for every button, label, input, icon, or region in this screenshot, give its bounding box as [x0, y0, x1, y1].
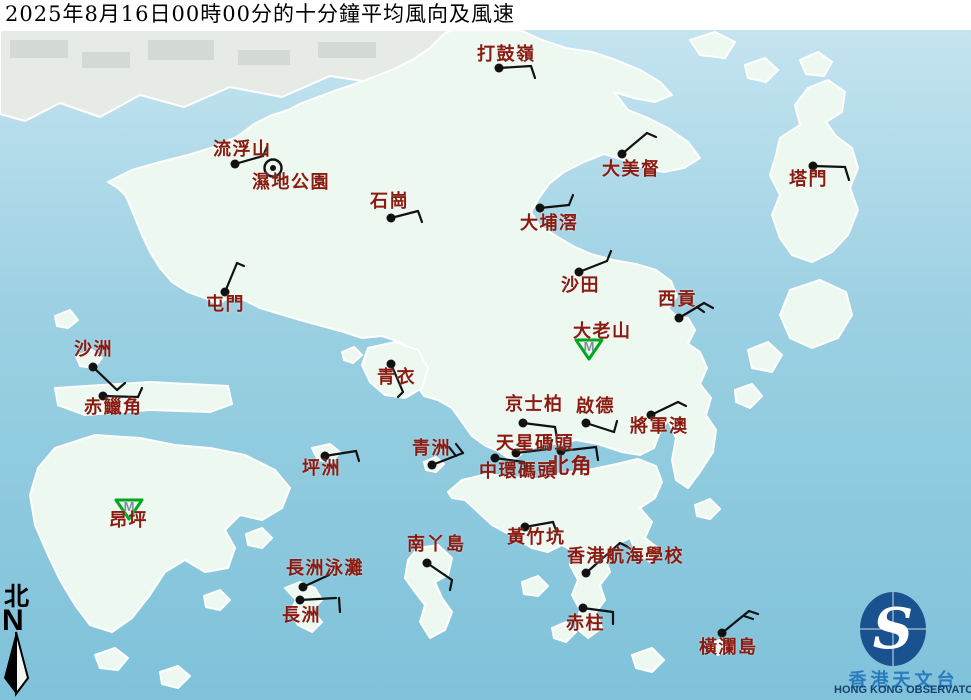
north-arrow-icon: [0, 580, 40, 700]
wind-map-screen: 2025年8月16日00時00分的十分鐘平均風向及風速 MM 打鼓嶺流浮山濕地公…: [0, 0, 971, 700]
map-title: 2025年8月16日00時00分的十分鐘平均風向及風速: [0, 0, 971, 30]
svg-text:S: S: [873, 596, 913, 662]
hong-kong-base-map: [0, 0, 971, 700]
hko-logo-english-text: HONG KONG OBSERVATORY: [834, 684, 971, 696]
north-indicator: 北 N: [0, 580, 40, 700]
hko-logo: S 香港天文台 HONG KONG OBSERVATORY: [836, 588, 971, 700]
